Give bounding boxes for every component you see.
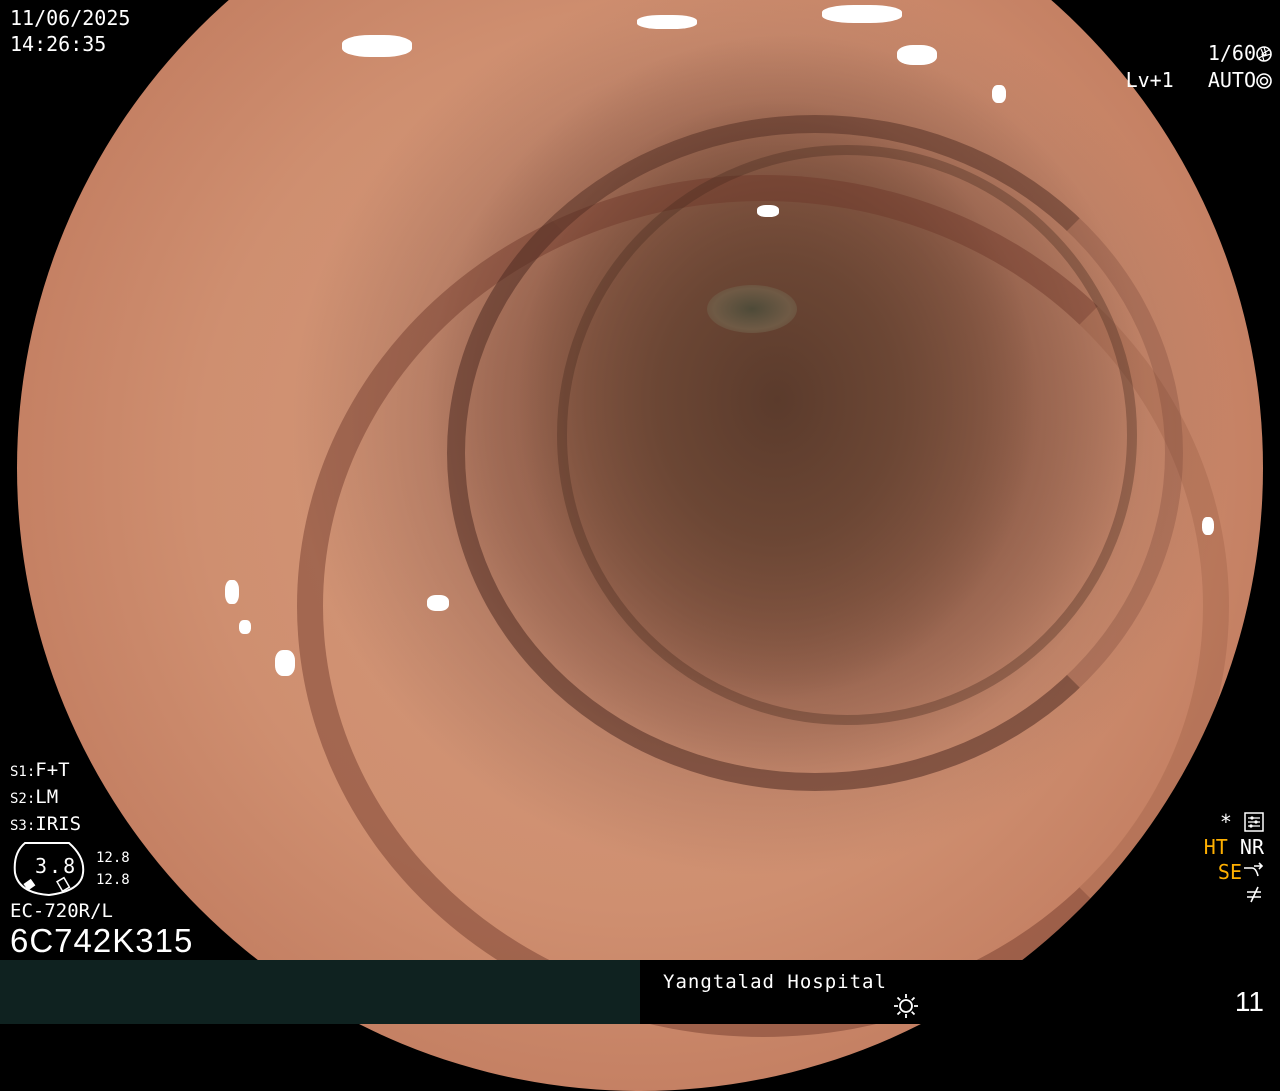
- star-row: *: [1220, 810, 1264, 834]
- setting-value: IRIS: [35, 813, 82, 835]
- setting-value: F+T: [35, 759, 70, 781]
- mucosal-fold-inner: [557, 145, 1137, 725]
- scope-settings: S1:F+T S2:LM S3:IRIS: [10, 758, 81, 839]
- settings-grid-icon: [1244, 812, 1264, 832]
- ht-nr-row: HT NR: [1204, 835, 1264, 859]
- not-equal-icon: [1247, 886, 1261, 903]
- setting-label: S3:: [10, 818, 36, 834]
- glare-spot: [239, 620, 251, 634]
- glare-spot: [275, 650, 295, 676]
- enhance-row: [1244, 884, 1264, 909]
- level-value: Lv+1: [1125, 68, 1174, 92]
- scope-serial: 6C742K315: [10, 922, 194, 959]
- glare-spot: [757, 205, 779, 217]
- exposure-mode: Lv+1 AUTO: [1126, 68, 1272, 93]
- scope-model: EC-720R/L: [10, 900, 113, 922]
- gauge-reading-1: 12.8: [96, 850, 130, 866]
- time-display: 14:26:35: [10, 32, 107, 56]
- se-row: SE: [1218, 860, 1264, 884]
- shutter-value: 1/60: [1207, 41, 1256, 65]
- mode-value: AUTO: [1207, 68, 1256, 92]
- setting-s2: S2:LM: [10, 785, 81, 812]
- status-bar-right: Yangtalad Hospital 11: [640, 960, 1280, 1024]
- date-display: 11/06/2025: [10, 6, 131, 30]
- glare-spot: [1202, 517, 1214, 535]
- setting-value: LM: [35, 786, 59, 808]
- hospital-name: Yangtalad Hospital: [663, 971, 887, 993]
- frame-number: 11: [1234, 986, 1264, 1017]
- star-marker: *: [1219, 810, 1232, 834]
- glare-spot: [992, 85, 1006, 103]
- glare-spot: [427, 595, 449, 611]
- gauge-reading-2: 12.8: [96, 872, 130, 888]
- auto-iris-icon: [1256, 73, 1272, 89]
- nr-indicator: NR: [1239, 835, 1264, 859]
- se-indicator: SE: [1217, 860, 1242, 884]
- sun-icon: [894, 994, 918, 1018]
- lumen: [707, 285, 797, 333]
- glare-spot: [225, 580, 239, 604]
- gauge-value: 3.8: [35, 854, 78, 878]
- status-bar-left: [0, 960, 640, 1024]
- setting-label: S1:: [10, 764, 36, 780]
- glare-spot: [822, 5, 902, 23]
- glare-spot: [342, 35, 412, 57]
- setting-s1: S1:F+T: [10, 758, 81, 785]
- endoscopic-view: [17, 0, 1263, 1091]
- image-processing-status: * HT NR SE: [1154, 810, 1264, 910]
- setting-label: S2:: [10, 791, 36, 807]
- setting-s3: S3:IRIS: [10, 812, 81, 839]
- glare-spot: [897, 45, 937, 65]
- shutter-icon: [1256, 46, 1272, 62]
- ht-indicator: HT: [1203, 835, 1228, 859]
- status-bar: Yangtalad Hospital 11: [0, 960, 1280, 1024]
- se-curve-icon: [1244, 862, 1264, 877]
- shutter-speed: 1/60: [1208, 41, 1272, 66]
- glare-spot: [637, 15, 697, 29]
